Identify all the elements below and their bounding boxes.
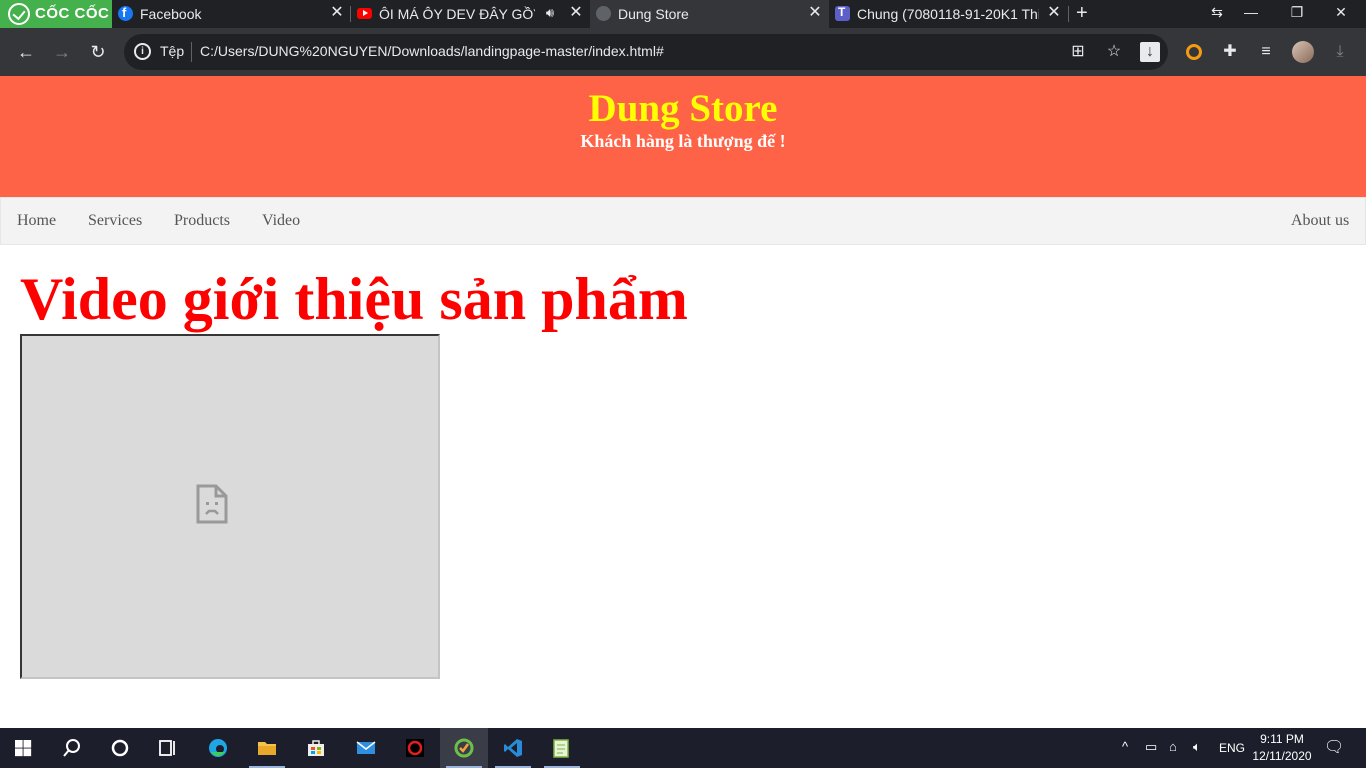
scheme-label: Tệp: [160, 43, 185, 59]
notifications-icon[interactable]: 🗨︎: [1324, 737, 1344, 757]
globe-icon: [596, 6, 611, 21]
task-view-icon: [159, 740, 175, 756]
store-bag-icon: [308, 740, 324, 756]
nav-link-home[interactable]: Home: [17, 212, 56, 230]
minimize-button[interactable]: —: [1236, 4, 1266, 20]
show-hidden-icons-icon[interactable]: ^: [1122, 739, 1128, 754]
nav-link-products[interactable]: Products: [174, 212, 230, 230]
video-embed-frame[interactable]: [20, 334, 440, 679]
new-tab-button[interactable]: +: [1076, 3, 1088, 23]
tab-teams[interactable]: Chung (7080118-91-20K1 Thi ✕: [829, 0, 1068, 28]
coccoc-menu-button[interactable]: CỐC CỐC: [0, 0, 112, 28]
vscode-icon: [504, 739, 522, 757]
nav-link-video[interactable]: Video: [262, 212, 300, 230]
audio-playing-icon[interactable]: 🔊︎: [541, 4, 559, 22]
media-playlist-icon[interactable]: ≡: [1256, 42, 1276, 62]
taskbar-garena[interactable]: [391, 728, 439, 768]
battery-icon[interactable]: ▭: [1145, 739, 1157, 755]
search-icon: [63, 739, 80, 757]
clock-date: 12/11/2020: [1252, 749, 1312, 763]
taskbar-edge[interactable]: [194, 728, 242, 768]
close-window-button[interactable]: ✕: [1326, 4, 1356, 21]
mail-icon: [356, 741, 376, 754]
reload-button[interactable]: ↻: [86, 40, 110, 64]
tab-title: Facebook: [140, 6, 202, 22]
clock-time: 9:11 PM: [1260, 732, 1304, 746]
nav-link-about[interactable]: About us: [1291, 212, 1349, 230]
bookmark-star-icon[interactable]: ☆: [1104, 42, 1124, 62]
forward-button[interactable]: →: [50, 40, 74, 64]
browser-tab-strip: CỐC CỐC Facebook ✕ ÔI MÁ ÔY DEV ĐÂY GỒY …: [0, 0, 1366, 28]
coccoc-icon: [454, 738, 474, 758]
taskbar-vscode[interactable]: [489, 728, 537, 768]
taskbar-coccoc[interactable]: [440, 728, 488, 768]
coccoc-extension-icon[interactable]: [1186, 44, 1202, 60]
address-bar[interactable]: i Tệp C:/Users/DUNG%20NGUYEN/Downloads/l…: [124, 34, 1168, 70]
network-icon[interactable]: ⌂: [1169, 739, 1177, 754]
system-clock[interactable]: 9:11 PM 12/11/2020: [1248, 731, 1316, 765]
tab-dung-store[interactable]: Dung Store ✕: [590, 0, 829, 28]
page-heading: Video giới thiệu sản phẩm: [20, 266, 688, 332]
facebook-icon: [118, 5, 133, 21]
volume-icon[interactable]: 🔈︎: [1193, 739, 1201, 755]
tab-title: Chung (7080118-91-20K1 Thi: [857, 6, 1039, 22]
folder-icon: [258, 742, 276, 755]
site-slogan: Khách hàng là thượng đế !: [580, 131, 786, 151]
garena-icon: [406, 739, 424, 757]
browser-toolbar: ← → ↻ i Tệp C:/Users/DUNG%20NGUYEN/Downl…: [0, 28, 1366, 76]
main-nav: Home Services Products Video About us: [0, 197, 1366, 245]
broken-page-icon: [196, 484, 228, 524]
tab-title: Dung Store: [618, 6, 689, 22]
extensions-puzzle-icon[interactable]: ✚: [1220, 42, 1240, 62]
restore-button[interactable]: ❐: [1282, 4, 1312, 21]
youtube-icon: [357, 8, 372, 19]
url-text[interactable]: C:/Users/DUNG%20NGUYEN/Downloads/landing…: [200, 43, 664, 59]
input-language[interactable]: ENG: [1219, 741, 1245, 755]
back-button[interactable]: ←: [14, 40, 38, 64]
cortana-circle-icon: [111, 739, 129, 757]
taskbar-mail[interactable]: [342, 728, 390, 768]
browser-brand-label: CỐC CỐC: [35, 5, 110, 22]
task-view-button[interactable]: [144, 728, 192, 768]
taskbar-file-explorer[interactable]: [243, 728, 291, 768]
start-button[interactable]: [0, 728, 48, 768]
address-divider: [191, 42, 192, 62]
site-title: Dung Store: [588, 87, 778, 130]
downloads-icon[interactable]: ⤓: [1330, 42, 1350, 62]
windows-taskbar: ^ ▭ ⌂ 🔈︎ ENG 9:11 PM 12/11/2020 🗨︎: [0, 728, 1366, 768]
tab-search-icon[interactable]: ⇆: [1202, 4, 1232, 21]
tab-facebook[interactable]: Facebook ✕: [112, 0, 350, 28]
coccoc-logo-icon: [8, 3, 30, 25]
tab-title: ÔI MÁ ÔY DEV ĐÂY GỒY -: [379, 6, 535, 22]
close-tab-icon[interactable]: ✕: [1045, 4, 1063, 22]
notepad-icon: [553, 739, 569, 758]
site-header: Dung Store Khách hàng là thượng đế !: [0, 76, 1366, 197]
tab-divider: [1068, 6, 1069, 22]
close-tab-icon[interactable]: ✕: [567, 4, 585, 22]
search-button[interactable]: [48, 728, 96, 768]
teams-icon: [835, 5, 850, 21]
taskbar-store[interactable]: [292, 728, 340, 768]
close-tab-icon[interactable]: ✕: [806, 4, 824, 22]
download-page-icon[interactable]: ↓: [1140, 42, 1160, 62]
edge-icon: [209, 739, 227, 757]
taskbar-notepad[interactable]: [538, 728, 586, 768]
profile-avatar[interactable]: [1292, 41, 1314, 63]
info-icon[interactable]: i: [134, 43, 151, 60]
cortana-button[interactable]: [96, 728, 144, 768]
tab-youtube[interactable]: ÔI MÁ ÔY DEV ĐÂY GỒY - 🔊︎ ✕: [351, 0, 590, 28]
windows-logo-icon: [15, 740, 32, 757]
translate-icon[interactable]: ⊞: [1068, 42, 1088, 62]
close-tab-icon[interactable]: ✕: [328, 4, 346, 22]
nav-link-services[interactable]: Services: [88, 212, 142, 230]
